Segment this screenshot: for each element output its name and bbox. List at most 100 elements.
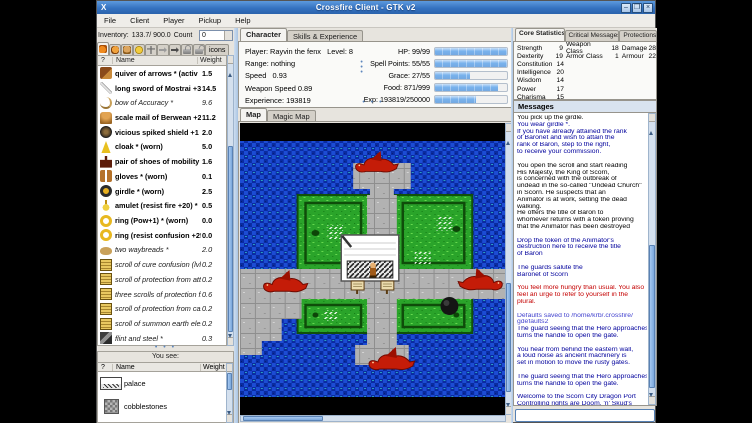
inventory-item-row[interactable]: ring (resist confusion +250.0: [98, 228, 226, 243]
item-name: cobblestones: [124, 402, 233, 411]
inv-tab-unapplied[interactable]: [121, 44, 133, 55]
tab-critical-messages[interactable]: Critical Messages: [565, 30, 620, 41]
scroll-down-icon[interactable]: [649, 396, 655, 404]
inv-tab-unlocked[interactable]: [193, 44, 205, 55]
player-figure: [370, 263, 377, 278]
spin-down-icon[interactable]: [227, 35, 231, 39]
scroll-down-icon[interactable]: [227, 414, 232, 422]
inv-tab-unpaid[interactable]: [133, 44, 145, 55]
inventory-item-row[interactable]: scroll of summon earth elem0.2: [98, 316, 226, 331]
ground-column-headers[interactable]: ? Name Weight: [98, 362, 233, 372]
inventory-item-row[interactable]: two waybreads *2.0: [98, 243, 226, 258]
maximize-button[interactable]: ❐: [632, 3, 642, 13]
message-line: is concerned with the outbreak of: [517, 176, 647, 183]
tab-map[interactable]: Map: [240, 108, 267, 121]
scroll-down-icon[interactable]: [228, 337, 233, 345]
ground-item-row[interactable]: palace: [98, 372, 233, 395]
map-canvas[interactable]: [240, 123, 506, 415]
map-horizontal-scrollbar[interactable]: [240, 415, 506, 422]
inventory-item-row[interactable]: scroll of protection from attac0.2: [98, 272, 226, 287]
ground-scrollbar[interactable]: [226, 363, 233, 423]
column-flag[interactable]: ?: [98, 57, 113, 64]
wisdom-value: 14: [554, 77, 564, 84]
scrollbar-thumb[interactable]: [228, 146, 233, 332]
inventory-item-row[interactable]: scale mail of Berwean +211.2: [98, 110, 226, 125]
messages-scrollbar[interactable]: [648, 113, 656, 405]
range-line: Range: nothing: [245, 58, 360, 70]
tab-character[interactable]: Character: [240, 28, 287, 41]
inv-tab-all[interactable]: [97, 42, 109, 55]
scroll-up-icon[interactable]: [228, 56, 233, 64]
tab-protections[interactable]: Protections: [619, 30, 657, 41]
all-items-icon: [99, 45, 107, 53]
close-button[interactable]: ×: [643, 3, 653, 13]
menu-player[interactable]: Player: [156, 16, 191, 25]
pane-handle[interactable]: • • •: [333, 101, 413, 105]
tab-core-statistics[interactable]: Core Statistics: [515, 28, 565, 41]
scroll-up-icon[interactable]: [649, 114, 655, 122]
constitution-label: Constitution: [517, 61, 554, 68]
inventory-item-row[interactable]: cloak * (worn)5.0: [98, 140, 226, 155]
flint-icon: [100, 332, 112, 344]
armor-class-label: Armor Class: [566, 53, 609, 60]
tab-magic-map[interactable]: Magic Map: [267, 110, 316, 121]
scrollbar-thumb[interactable]: [243, 416, 323, 421]
cobblestones-icon: [104, 399, 119, 414]
info-pane: Core Statistics Critical Messages Protec…: [513, 28, 657, 423]
inventory-item-row[interactable]: vicious spiked shield +12.0: [98, 125, 226, 140]
count-value[interactable]: 0: [200, 31, 224, 40]
inventory-item-row[interactable]: amulet (resist fire +20) *0.5: [98, 198, 226, 213]
menu-help[interactable]: Help: [228, 16, 257, 25]
item-name: palace: [124, 379, 233, 388]
inventory-item-row[interactable]: pair of shoes of mobility1.6: [98, 154, 226, 169]
column-name[interactable]: Name: [113, 364, 201, 371]
inv-tab-cursed[interactable]: [145, 44, 157, 55]
inv-tab-icons[interactable]: icons: [205, 44, 229, 55]
inventory-item-row[interactable]: long sword of Mostrai +314.5: [98, 81, 226, 96]
inventory-item-row[interactable]: three scrolls of protection fro0.6: [98, 287, 226, 302]
messages-log[interactable]: You pick up the girdle. You wear girdle …: [517, 115, 647, 405]
dexterity-value: 19: [553, 53, 563, 60]
tab-skills-experience[interactable]: Skills & Experience: [287, 30, 363, 41]
column-name[interactable]: Name: [113, 57, 198, 64]
message-line: set in motion to move the rusty gates.: [517, 360, 647, 367]
minimize-button[interactable]: –: [621, 3, 631, 13]
inventory-item-row[interactable]: gloves * (worn)0.1: [98, 169, 226, 184]
unlocked-icon: [195, 49, 203, 54]
message-line: turns the handle to open the gate.: [517, 333, 647, 340]
menu-file[interactable]: File: [97, 16, 123, 25]
inventory-item-row[interactable]: girdle * (worn)2.5: [98, 184, 226, 199]
menu-client[interactable]: Client: [123, 16, 156, 25]
item-name: bow of Accuracy *: [115, 98, 201, 107]
column-weight[interactable]: Weight: [198, 57, 226, 64]
column-flag[interactable]: ?: [98, 364, 113, 371]
inv-tab-applied[interactable]: [109, 44, 121, 55]
message-line: gdefaults2: [517, 319, 647, 326]
message-line: [517, 258, 647, 265]
inventory-scrollbar[interactable]: [227, 55, 234, 346]
menu-pickup[interactable]: Pickup: [192, 16, 229, 25]
inv-tab-nonmagical[interactable]: [169, 44, 181, 55]
spin-up-icon[interactable]: [227, 31, 231, 35]
inventory-column-headers[interactable]: ? Name Weight: [97, 55, 227, 66]
count-spinner[interactable]: 0: [199, 30, 233, 41]
scrollbar-thumb[interactable]: [227, 373, 232, 390]
inventory-item-row[interactable]: scroll of cure confusion (lvl 70.2: [98, 257, 226, 272]
inv-tab-locked[interactable]: [181, 44, 193, 55]
window-menu-icon[interactable]: X: [97, 1, 110, 14]
inventory-item-row[interactable]: quiver of arrows * (activ1.5: [98, 66, 226, 81]
message-line: If you have already attained the rank: [517, 129, 647, 136]
cursed-icon: [147, 46, 155, 54]
intelligence-label: Intelligence: [517, 69, 554, 76]
inventory-item-row[interactable]: bow of Accuracy *9.6: [98, 95, 226, 110]
inv-tab-magical[interactable]: [157, 44, 169, 55]
quiver-icon: [100, 67, 112, 79]
character-tabs: Character Skills & Experience: [238, 28, 513, 41]
command-input[interactable]: [515, 409, 655, 422]
inventory-item-row[interactable]: scroll of protection from canc0.2: [98, 302, 226, 317]
inventory-item-row[interactable]: ring (Pow+1) * (worn)0.0: [98, 213, 226, 228]
ground-item-row[interactable]: cobblestones: [98, 395, 233, 418]
titlebar[interactable]: X Crossfire Client - GTK v2 – ❐ ×: [97, 1, 655, 14]
scroll-up-icon[interactable]: [227, 364, 232, 372]
scrollbar-thumb[interactable]: [649, 245, 655, 387]
